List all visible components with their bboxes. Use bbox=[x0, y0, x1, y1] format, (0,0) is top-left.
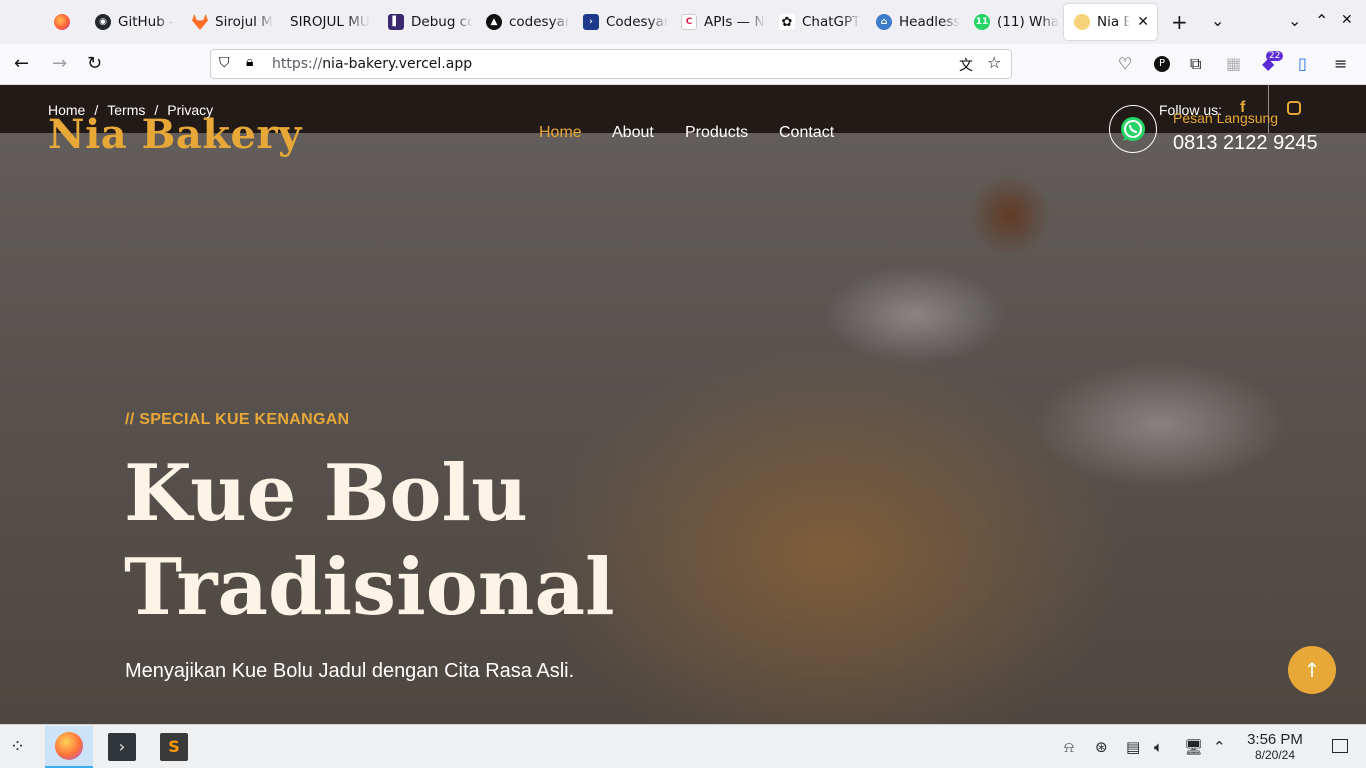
hero-title-line-2: Tradisional bbox=[124, 542, 615, 633]
volume-icon[interactable]: 🔈︎ bbox=[1154, 738, 1163, 756]
shield-icon[interactable]: ⛉ bbox=[219, 55, 230, 71]
taskbar-terminal[interactable]: › bbox=[98, 726, 146, 768]
tab-whatsapp[interactable]: 11 (11) Wha bbox=[964, 4, 1059, 40]
clock-date[interactable]: 8/20/24 bbox=[1244, 748, 1306, 762]
taskbar-firefox[interactable] bbox=[45, 726, 93, 768]
forward-icon[interactable]: → bbox=[52, 54, 67, 74]
hero-kicker: // SPECIAL KUE KENANGAN bbox=[125, 411, 350, 428]
tab-label: (11) Wha bbox=[997, 14, 1059, 30]
url-scheme: https:// bbox=[272, 56, 323, 72]
firefox-icon bbox=[55, 732, 83, 760]
tab-headless[interactable]: ⌂ Headless bbox=[866, 4, 961, 40]
hero-title-line-1: Kue Bolu bbox=[124, 448, 528, 539]
tab-codesyar-1[interactable]: ▲ codesyar bbox=[476, 4, 571, 40]
clock-time[interactable]: 3:56 PM bbox=[1244, 731, 1306, 748]
apis-icon: C bbox=[681, 14, 697, 30]
tab-sirojul[interactable]: SIROJUL MU bbox=[280, 4, 375, 40]
hero-title: Kue Bolu Tradisional bbox=[124, 447, 615, 635]
instagram-icon[interactable] bbox=[1287, 101, 1301, 115]
close-window-icon[interactable]: ✕ bbox=[1341, 12, 1353, 28]
order-label: Pesan Langsung bbox=[1173, 110, 1279, 126]
url-bar[interactable]: ⛉ 🔒︎ https://nia-bakery.vercel.app ⽂ ☆ bbox=[210, 49, 1012, 79]
chatgpt-icon: ✿ bbox=[779, 14, 795, 30]
tab-label: Nia Ba bbox=[1097, 14, 1131, 30]
minimize-icon[interactable]: ⌄ bbox=[1288, 11, 1301, 30]
terminal-icon: › bbox=[108, 733, 136, 761]
phone-number[interactable]: 0813 2122 9245 bbox=[1173, 132, 1318, 155]
nav-about[interactable]: About bbox=[612, 124, 654, 142]
tab-label: Sirojul M bbox=[215, 14, 273, 30]
sidebar-icon[interactable]: ▯ bbox=[1298, 54, 1307, 73]
terminal-icon: › bbox=[583, 14, 599, 30]
reload-icon[interactable]: ↻ bbox=[87, 54, 102, 74]
pocket-icon[interactable]: ♡ bbox=[1118, 54, 1132, 73]
show-desktop-icon[interactable] bbox=[1332, 739, 1348, 753]
nav-home[interactable]: Home bbox=[539, 124, 582, 142]
notifications-icon[interactable]: ⍾ bbox=[1064, 738, 1074, 756]
web-page: Home / Terms / Privacy Nia Bakery Home A… bbox=[0, 85, 1366, 724]
clipboard-icon[interactable]: ▤ bbox=[1126, 738, 1140, 756]
extension-badge: 22 bbox=[1266, 51, 1284, 61]
bakery-favicon-icon bbox=[1074, 14, 1090, 30]
tab-apis[interactable]: C APIs — N bbox=[671, 4, 766, 40]
whatsapp-icon bbox=[1121, 117, 1145, 141]
bookmark-star-icon[interactable]: ☆ bbox=[987, 53, 1001, 72]
translate-icon[interactable]: ⽂ bbox=[959, 55, 973, 75]
lock-icon[interactable]: 🔒︎ bbox=[246, 54, 253, 70]
tab-label: APIs — N bbox=[704, 14, 765, 30]
sublime-icon: S bbox=[160, 733, 188, 761]
navigation-toolbar: ← → ↻ ⛉ 🔒︎ https://nia-bakery.vercel.app… bbox=[0, 44, 1366, 85]
url-text[interactable]: https://nia-bakery.vercel.app bbox=[272, 56, 472, 72]
headless-icon: ⌂ bbox=[876, 14, 892, 30]
tab-label: Debug cc bbox=[411, 14, 473, 30]
debug-icon: ▌ bbox=[388, 14, 404, 30]
tab-label: ChatGPT bbox=[802, 14, 861, 30]
container-icon[interactable]: ▦ bbox=[1226, 54, 1241, 73]
tab-codesyar-2[interactable]: › Codesyar bbox=[573, 4, 668, 40]
tab-label: SIROJUL MU bbox=[290, 14, 370, 30]
maximize-icon[interactable]: ⌃ bbox=[1315, 11, 1328, 30]
whatsapp-icon: 11 bbox=[974, 14, 990, 30]
tab-nia-bakery[interactable]: Nia Ba ✕ bbox=[1064, 4, 1157, 40]
vercel-icon: ▲ bbox=[486, 14, 502, 30]
gitlab-icon bbox=[192, 14, 208, 30]
close-tab-icon[interactable]: ✕ bbox=[1137, 14, 1149, 30]
profile-icon[interactable]: P bbox=[1154, 56, 1170, 72]
tray-expand-icon[interactable]: ⌃ bbox=[1213, 738, 1226, 756]
tab-firefox-view[interactable] bbox=[44, 4, 80, 40]
firefox-icon bbox=[54, 14, 70, 30]
nav-contact[interactable]: Contact bbox=[779, 124, 834, 142]
tab-label: Codesyar bbox=[606, 14, 668, 30]
taskbar: ⁘ › S ⍾ ⊛ ▤ 🔈︎ 🖥︎ ⌃ 3:56 PM 8/20/24 bbox=[0, 724, 1366, 768]
url-host: nia-bakery.vercel.app bbox=[322, 56, 473, 72]
taskbar-sublime[interactable]: S bbox=[150, 726, 198, 768]
tab-label: GitHub - bbox=[118, 14, 174, 30]
nav-products[interactable]: Products bbox=[685, 124, 748, 142]
tab-debug[interactable]: ▌ Debug cc bbox=[378, 4, 473, 40]
tab-gitlab[interactable]: Sirojul M bbox=[182, 4, 277, 40]
tab-github[interactable]: ◉ GitHub - bbox=[85, 4, 180, 40]
tab-chatgpt[interactable]: ✿ ChatGPT bbox=[769, 4, 864, 40]
new-tab-icon[interactable]: + bbox=[1171, 10, 1188, 34]
site-logo[interactable]: Nia Bakery bbox=[48, 111, 302, 158]
tab-label: codesyar bbox=[509, 14, 571, 30]
list-all-tabs-icon[interactable]: ⌄ bbox=[1211, 11, 1224, 30]
updates-icon[interactable]: ⊛ bbox=[1095, 738, 1108, 756]
extensions-icon[interactable]: ⧉ bbox=[1190, 54, 1201, 74]
menu-icon[interactable]: ≡ bbox=[1334, 54, 1347, 73]
hero-subtitle: Menyajikan Kue Bolu Jadul dengan Cita Ra… bbox=[125, 660, 575, 682]
arrow-up-icon: ↑ bbox=[1303, 658, 1321, 682]
tab-bar: ◉ GitHub - Sirojul M SIROJUL MU ▌ Debug … bbox=[0, 0, 1366, 44]
app-launcher-icon[interactable]: ⁘ bbox=[10, 736, 25, 757]
scroll-to-top-button[interactable]: ↑ bbox=[1288, 646, 1336, 694]
network-icon[interactable]: 🖥︎ bbox=[1184, 738, 1203, 756]
back-icon[interactable]: ← bbox=[14, 54, 29, 74]
github-icon: ◉ bbox=[95, 14, 111, 30]
whatsapp-order-icon[interactable] bbox=[1109, 105, 1157, 153]
tab-label: Headless bbox=[899, 14, 961, 30]
